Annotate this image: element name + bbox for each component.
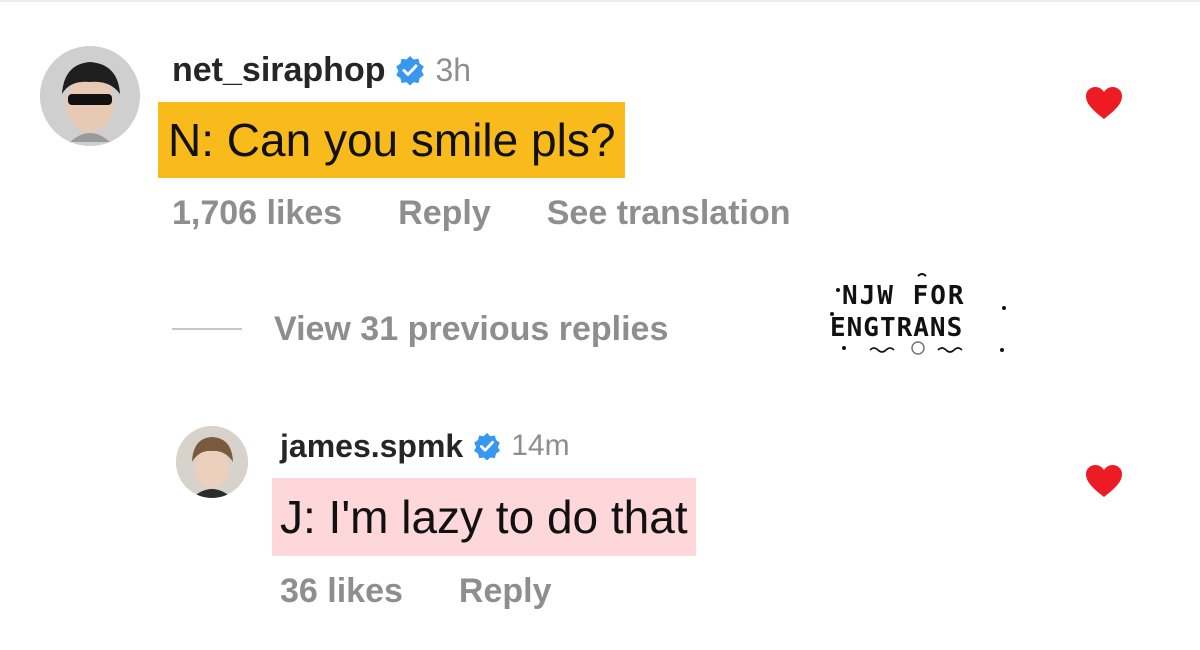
username[interactable]: james.spmk [280,428,463,465]
reply-button[interactable]: Reply [398,194,491,233]
likes-count[interactable]: 1,706 likes [172,194,342,233]
timestamp: 3h [435,51,472,88]
username[interactable]: net_siraphop [172,51,385,90]
reply-text: J: I'm lazy to do that [272,478,696,556]
likes-count[interactable]: 36 likes [280,572,403,611]
verified-badge-icon [395,55,425,85]
svg-text:NJW FOR: NJW FOR [842,281,966,311]
reply-actions: 36 likes Reply [280,572,551,611]
replies-divider-line [172,328,242,330]
svg-text:ENGTRANS: ENGTRANS [830,313,963,343]
avatar[interactable] [40,46,140,146]
watermark-logo: NJW FOR ENGTRANS [822,268,1012,360]
avatar[interactable] [176,426,248,498]
timestamp: 14m [511,429,570,462]
view-previous-replies[interactable]: View 31 previous replies [172,306,668,352]
comment-header: net_siraphop 3h [172,48,471,92]
like-heart-icon[interactable] [1085,86,1123,120]
view-replies-label: View 31 previous replies [274,309,669,348]
verified-badge-icon [473,432,501,460]
see-translation-button[interactable]: See translation [547,194,791,233]
top-divider [0,0,1200,2]
avatar-james-spmk [176,426,248,498]
comment-text: N: Can you smile pls? [158,102,626,178]
reply-header: james.spmk 14m [280,426,570,466]
avatar-net-siraphop [40,46,140,146]
reply-button[interactable]: Reply [459,572,552,611]
like-heart-icon[interactable] [1085,464,1123,498]
comment-actions: 1,706 likes Reply See translation [172,194,791,233]
